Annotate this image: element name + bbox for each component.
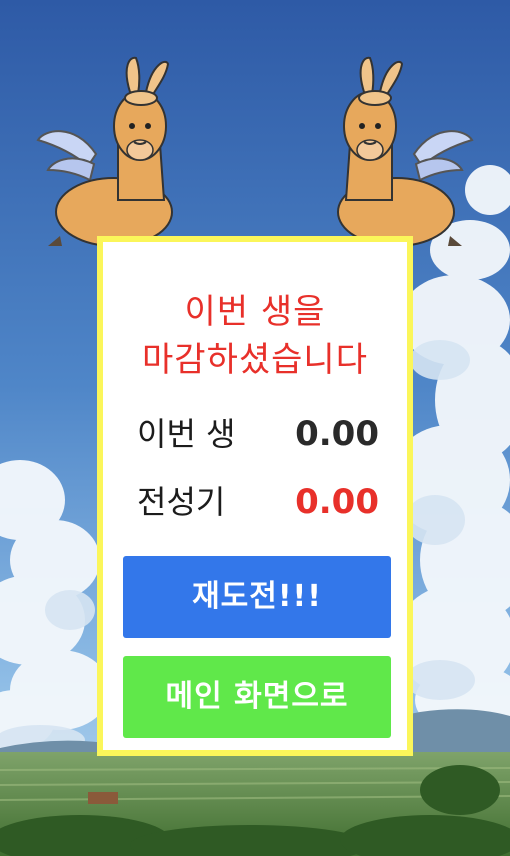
best-score-label: 전성기	[137, 483, 226, 521]
title-line-1: 이번 생을	[184, 292, 326, 332]
winged-alpaca-icon	[337, 56, 474, 250]
winged-alpaca-icon	[36, 56, 173, 250]
main-menu-button[interactable]: 메인 화면으로	[123, 656, 391, 738]
best-score-row: 전성기 0.00	[103, 480, 407, 524]
game-over-panel: 이번 생을 마감하셨습니다 이번 생 0.00 전성기 0.00 재도전!!! …	[97, 236, 413, 756]
current-score-label: 이번 생	[137, 415, 236, 453]
title-line-2: 마감하셨습니다	[142, 340, 368, 380]
current-score-value: 0.00	[295, 414, 379, 454]
retry-button[interactable]: 재도전!!!	[123, 556, 391, 638]
best-score-value: 0.00	[295, 482, 379, 522]
current-score-row: 이번 생 0.00	[103, 412, 407, 456]
game-over-title: 이번 생을 마감하셨습니다	[103, 288, 407, 384]
